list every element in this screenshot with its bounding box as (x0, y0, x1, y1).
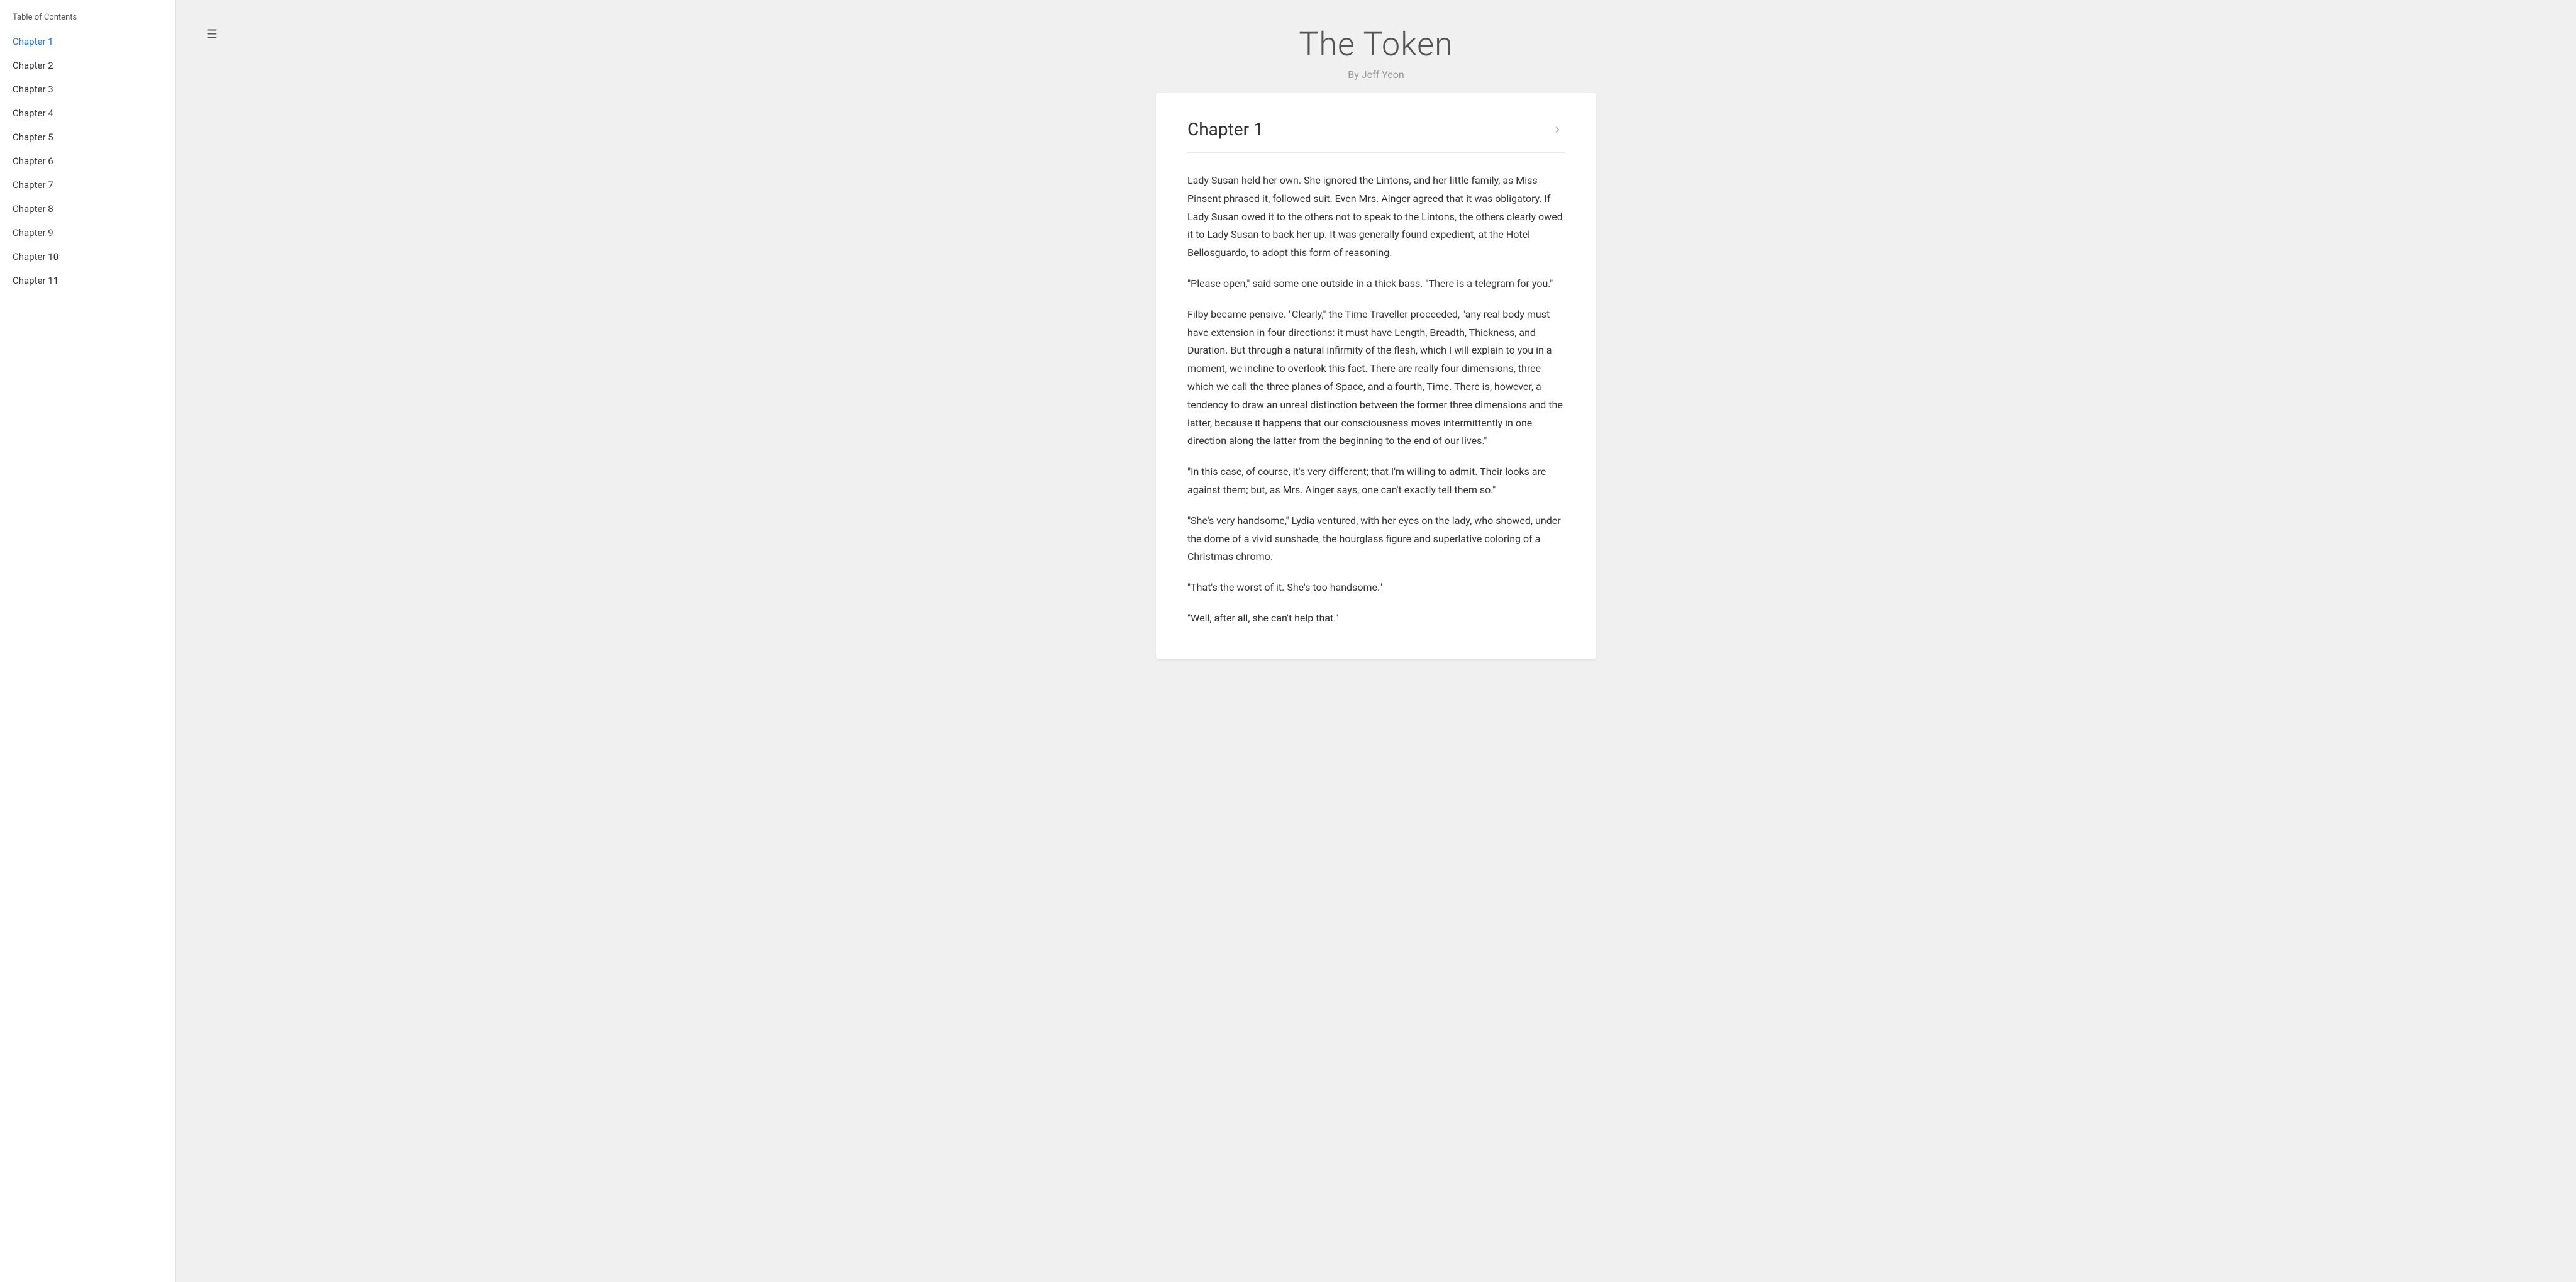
chapter-paragraph: "Please open," said some one outside in … (1187, 275, 1565, 293)
book-title: The Token (201, 25, 2551, 64)
chapter-title: Chapter 1 (1187, 119, 1263, 140)
sidebar-item-chapter-3[interactable]: Chapter 3 (0, 77, 175, 101)
chapter-paragraph: "She's very handsome," Lydia ventured, w… (1187, 512, 1565, 566)
sidebar-item-chapter-4[interactable]: Chapter 4 (0, 101, 175, 125)
sidebar-item-chapter-2[interactable]: Chapter 2 (0, 53, 175, 77)
sidebar-item-chapter-10[interactable]: Chapter 10 (0, 245, 175, 269)
chapter-paragraph: "That's the worst of it. She's too hands… (1187, 579, 1565, 597)
chapter-content: Lady Susan held her own. She ignored the… (1187, 172, 1565, 628)
chapter-paragraph: "In this case, of course, it's very diff… (1187, 463, 1565, 499)
book-author: By Jeff Yeon (201, 69, 2551, 81)
sidebar-item-chapter-9[interactable]: Chapter 9 (0, 221, 175, 245)
sidebar-item-chapter-8[interactable]: Chapter 8 (0, 197, 175, 221)
sidebar-item-chapter-7[interactable]: Chapter 7 (0, 173, 175, 197)
chapter-card-header: Chapter 1 › (1187, 118, 1565, 153)
sidebar: Table of Contents Chapter 1Chapter 2Chap… (0, 0, 176, 1282)
sidebar-item-chapter-6[interactable]: Chapter 6 (0, 149, 175, 173)
chapter-paragraph: Filby became pensive. "Clearly," the Tim… (1187, 306, 1565, 450)
chapter-paragraph: "Well, after all, she can't help that." (1187, 610, 1565, 628)
main-content: ☰ The Token By Jeff Yeon Chapter 1 › Lad… (176, 0, 2576, 1282)
sidebar-item-chapter-1[interactable]: Chapter 1 (0, 30, 175, 53)
sidebar-item-chapter-5[interactable]: Chapter 5 (0, 125, 175, 149)
toc-label: Table of Contents (0, 13, 175, 30)
chapter-card: Chapter 1 › Lady Susan held her own. She… (1156, 93, 1596, 659)
sidebar-item-chapter-11[interactable]: Chapter 11 (0, 269, 175, 293)
header-area: ☰ The Token By Jeff Yeon (201, 0, 2551, 93)
chapter-paragraph: Lady Susan held her own. She ignored the… (1187, 172, 1565, 262)
sidebar-chapters: Chapter 1Chapter 2Chapter 3Chapter 4Chap… (0, 30, 175, 293)
next-chapter-button[interactable]: › (1550, 118, 1565, 140)
menu-button[interactable]: ☰ (201, 24, 223, 45)
